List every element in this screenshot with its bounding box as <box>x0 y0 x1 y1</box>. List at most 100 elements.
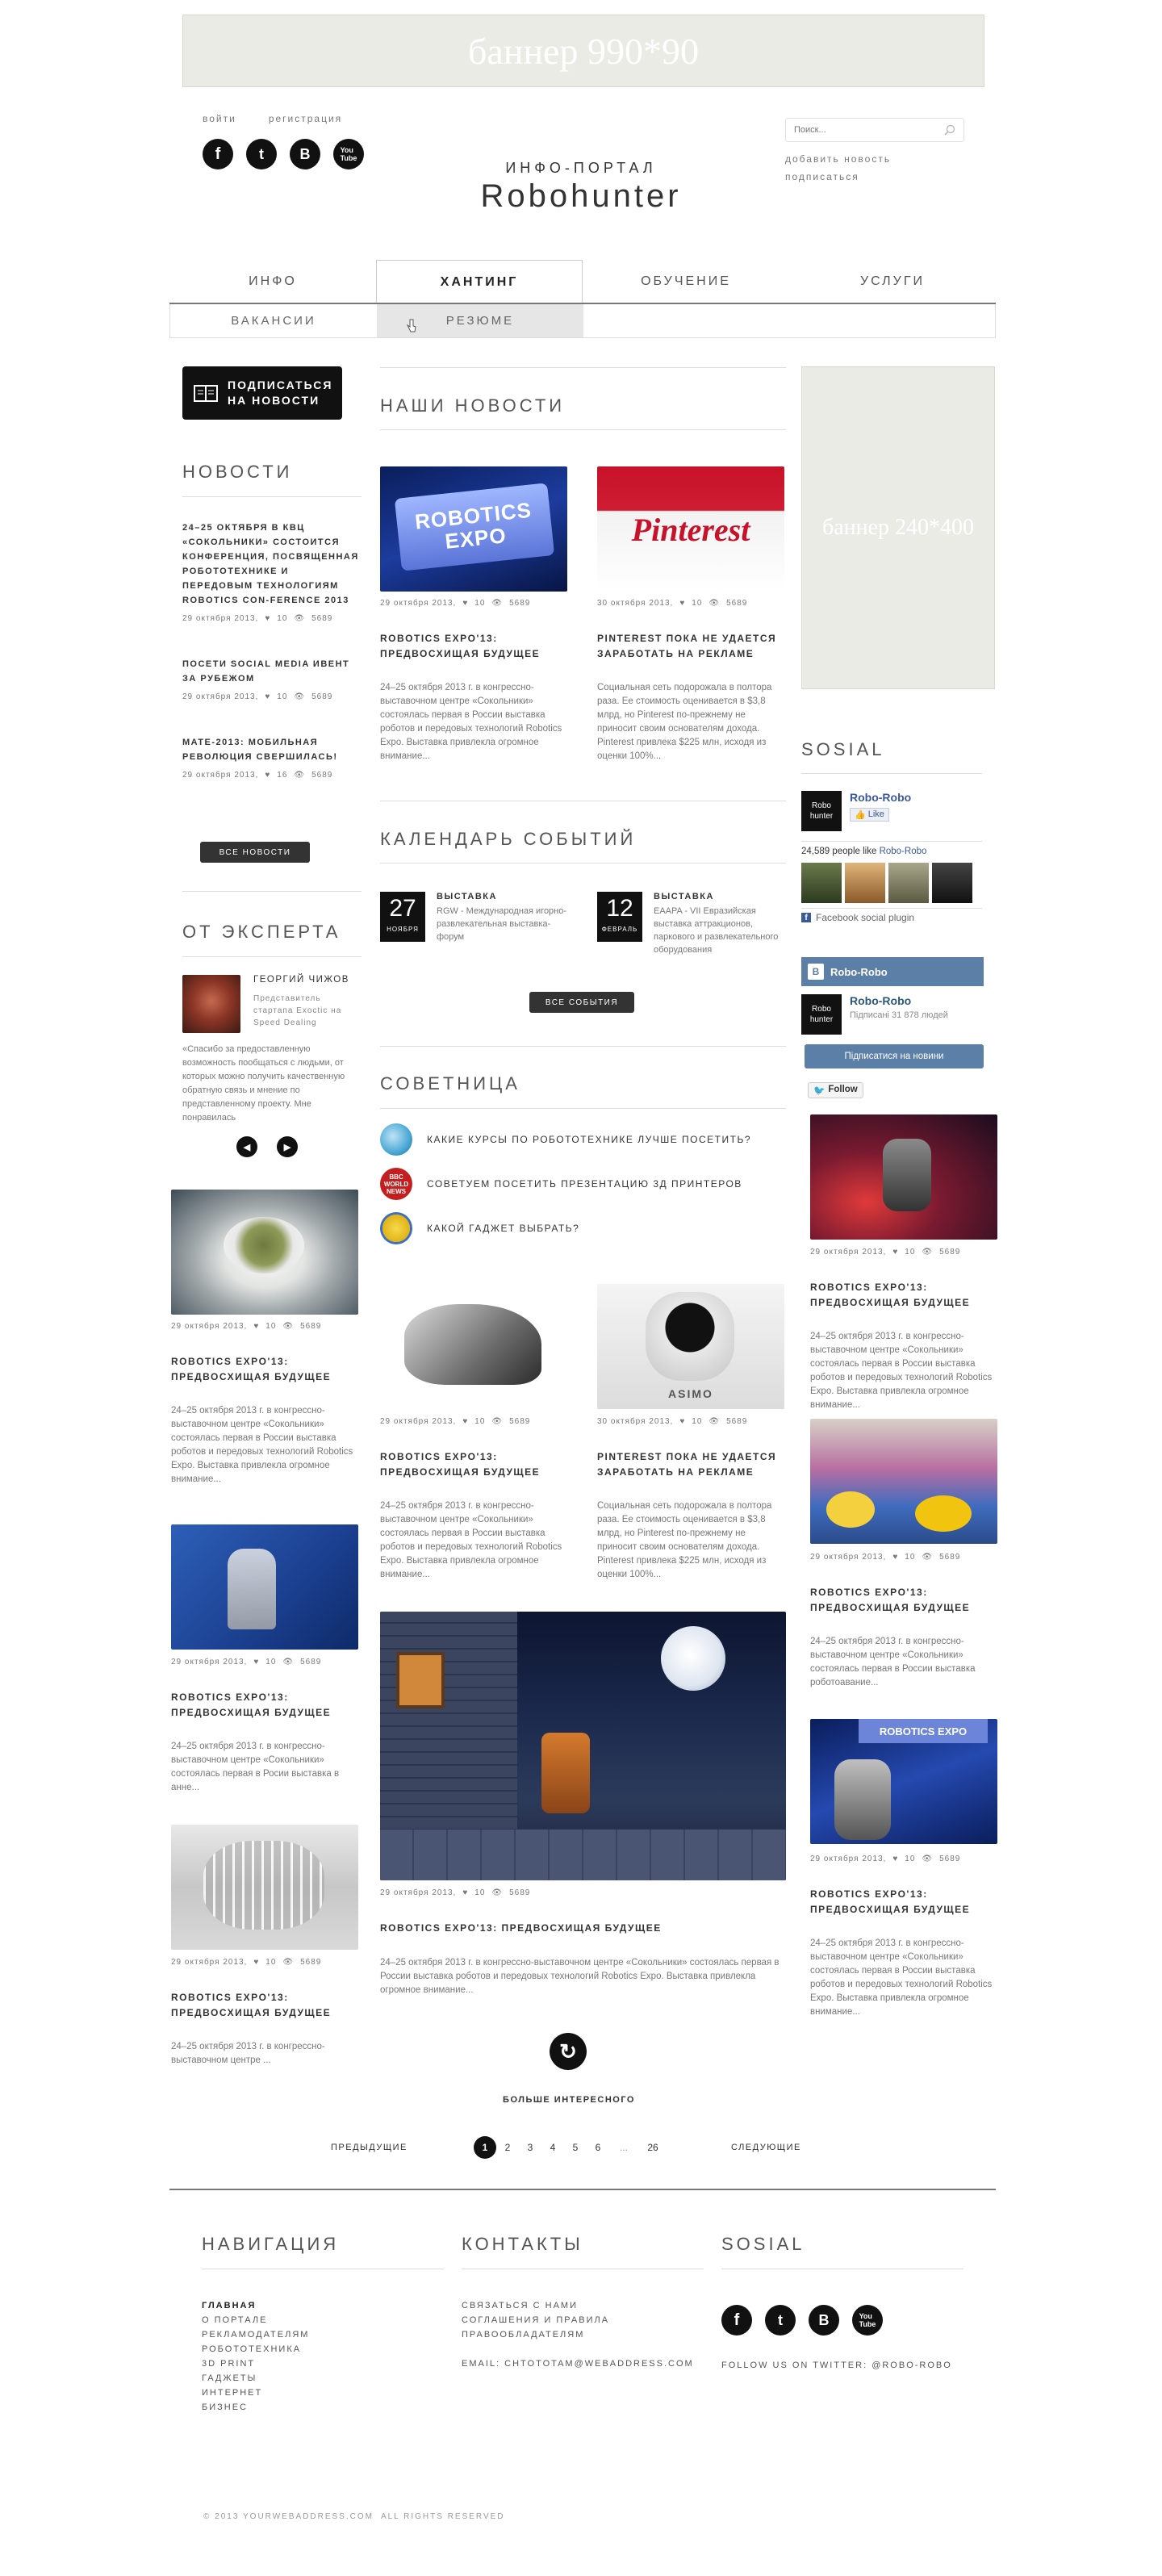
post-image[interactable] <box>810 1419 997 1544</box>
fan-avatar[interactable] <box>932 863 972 903</box>
fb-page-link[interactable]: Robo-Robo <box>880 847 927 856</box>
login-link[interactable]: войти <box>203 113 236 124</box>
list-item[interactable]: MATE-2013: мобильная революция свершилас… <box>182 735 362 780</box>
eye-icon: 👁 <box>922 1553 934 1562</box>
terms-link[interactable]: СОГЛАШЕНИЯ И ПРАВИЛА <box>462 2313 694 2327</box>
facebook-icon[interactable]: f <box>203 139 233 169</box>
prev-page-link[interactable]: ПРЕДЫДУЩИЕ <box>331 2143 408 2152</box>
vk-subscribe-button[interactable]: Підписатися на новини <box>805 1044 984 1068</box>
footer-nav-internet[interactable]: ИНТЕРНЕТ <box>202 2386 309 2400</box>
post-title[interactable]: ROBOTICS EXPO'13: ПРЕДВОСХИЩАЯ БУДУЩЕЕ <box>380 1449 567 1480</box>
copyright-holders-link[interactable]: ПРАВООБЛАДАТЕЛЯМ <box>462 2327 694 2342</box>
youtube-icon[interactable]: You Tube <box>852 2305 883 2336</box>
news-title[interactable]: 24–25 октября в КВЦ «Сокольники» состоит… <box>182 521 362 608</box>
nav-info[interactable]: ИНФО <box>169 260 376 303</box>
post-title[interactable]: ROBOTICS EXPO'13: ПРЕДВОСХИЩАЯ БУДУЩЕЕ <box>810 1887 997 1917</box>
news-title[interactable]: Посети Social Media Ивент за рубежом <box>182 657 362 686</box>
advice-item[interactable]: КАКИЕ КУРСЫ ПО РОБОТОТЕХНИКЕ ЛУЧШЕ ПОСЕТ… <box>380 1123 751 1156</box>
nav-education[interactable]: ОБУЧЕНИЕ <box>583 260 789 303</box>
twitter-icon[interactable]: t <box>246 139 277 169</box>
facebook-icon[interactable]: f <box>721 2305 752 2336</box>
post-image[interactable]: Pinterest <box>597 466 784 592</box>
add-news-link[interactable]: добавить новость <box>785 150 891 168</box>
all-news-button[interactable]: ВСЕ НОВОСТИ <box>200 842 310 863</box>
footer-nav-robotics[interactable]: РОБОТОТЕХНИКА <box>202 2342 309 2356</box>
post-image[interactable] <box>171 1190 358 1315</box>
list-item[interactable]: Посети Social Media Ивент за рубежом 29 … <box>182 657 362 701</box>
event-item[interactable]: 27 НОЯБРЯ ВЫСТАВКА RGW - Международная и… <box>380 892 574 943</box>
page-2[interactable]: 2 <box>496 2142 519 2153</box>
vk-widget-header[interactable]: B Robo-Robo <box>801 957 984 986</box>
prev-quote-button[interactable]: ◀ <box>236 1136 257 1157</box>
search-icon[interactable] <box>944 124 955 136</box>
contact-us-link[interactable]: СВЯЗАТЬСЯ С НАМИ <box>462 2298 694 2313</box>
post-image[interactable]: ASIMO <box>597 1284 784 1409</box>
post-title[interactable]: ROBOTICS EXPO'13: ПРЕДВОСХИЩАЯ БУДУЩЕЕ <box>171 1354 358 1385</box>
subscribe-news-button[interactable]: ПОДПИСАТЬСЯ НА НОВОСТИ <box>182 366 342 420</box>
footer-email[interactable]: EMAIL: CHTOTOTAM@WEBADDRESS.COM <box>462 2356 694 2371</box>
footer-twitter-text[interactable]: FOLLOW US ON TWITTER: @ROBO-ROBO <box>721 2361 952 2370</box>
nav-services[interactable]: УСЛУГИ <box>789 260 996 303</box>
post-meta: 29 октября 2013, ♥ 10 👁 5689 <box>380 1888 530 1897</box>
post-image[interactable] <box>171 1825 358 1950</box>
post-title[interactable]: ROBOTICS EXPO'13: ПРЕДВОСХИЩАЯ БУДУЩЕЕ <box>810 1280 997 1311</box>
post-image[interactable]: ROBOTICS EXPO <box>380 466 567 592</box>
event-item[interactable]: 12 ФЕВРАЛЬ ВЫСТАВКА EAAPA - VII Евразийс… <box>597 892 791 956</box>
page-26[interactable]: 26 <box>638 2142 667 2153</box>
featured-image[interactable] <box>380 1612 786 1880</box>
subnav-vacancies[interactable]: ВАКАНСИИ <box>170 304 377 337</box>
top-banner[interactable]: баннер 990*90 <box>182 15 984 87</box>
fan-avatar[interactable] <box>801 863 842 903</box>
next-quote-button[interactable]: ▶ <box>277 1136 298 1157</box>
side-banner[interactable]: баннер 240*400 <box>801 366 995 689</box>
advice-item[interactable]: КАКОЙ ГАДЖЕТ ВЫБРАТЬ? <box>380 1212 579 1244</box>
expert-name: ГЕОРГИЙ ЧИЖОВ <box>253 975 349 985</box>
advice-item[interactable]: BBC WORLD NEWS СОВЕТУЕМ ПОСЕТИТЬ ПРЕЗЕНТАЦ… <box>380 1168 742 1200</box>
vk-icon[interactable]: B <box>290 139 320 169</box>
refresh-icon[interactable]: ↻ <box>550 2033 587 2070</box>
footer-nav-3d-print[interactable]: 3D PRINT <box>202 2356 309 2371</box>
post-image[interactable] <box>171 1524 358 1650</box>
next-page-link[interactable]: СЛЕДУЮЩИЕ <box>731 2143 801 2152</box>
page-4[interactable]: 4 <box>541 2142 564 2153</box>
subscribe-link[interactable]: подписаться <box>785 168 891 186</box>
post-title[interactable]: ROBOTICS EXPO'13: ПРЕДВОСХИЩАЯ БУДУЩЕЕ <box>380 631 567 662</box>
post-date: 29 октября 2013, <box>171 1322 248 1331</box>
eye-icon: 👁 <box>922 1248 934 1257</box>
page-6[interactable]: 6 <box>587 2142 609 2153</box>
footer-nav-about[interactable]: О ПОРТАЛЕ <box>202 2313 309 2327</box>
post-title[interactable]: ROBOTICS EXPO'13: ПРЕДВОСХИЩАЯ БУДУЩЕЕ <box>171 1690 358 1721</box>
page-3[interactable]: 3 <box>519 2142 541 2153</box>
more-link[interactable]: БОЛЬШЕ ИНТЕРЕСНОГО <box>452 2095 686 2105</box>
post-title[interactable]: PINTEREST ПОКА НЕ УДАЕТСЯ ЗАРАБОТАТЬ НА … <box>597 1449 784 1480</box>
youtube-icon[interactable]: You Tube <box>333 139 364 169</box>
post-image[interactable] <box>810 1114 997 1240</box>
page-1[interactable]: 1 <box>474 2136 496 2159</box>
vk-icon[interactable]: B <box>809 2305 839 2336</box>
fan-avatar[interactable] <box>845 863 885 903</box>
footer-nav-advertisers[interactable]: РЕКЛАМОДАТЕЛЯМ <box>202 2327 309 2342</box>
post-title[interactable]: ROBOTICS EXPO'13: ПРЕДВОСХИЩАЯ БУДУЩЕЕ <box>810 1585 997 1616</box>
nav-hunting[interactable]: ХАНТИНГ <box>376 260 583 303</box>
register-link[interactable]: регистрация <box>269 113 342 124</box>
footer-nav-home[interactable]: ГЛАВНАЯ <box>202 2298 309 2313</box>
search-input[interactable] <box>794 125 944 135</box>
twitter-follow-button[interactable]: 🐦 Follow <box>808 1082 863 1098</box>
footer-nav-gadgets[interactable]: ГАДЖЕТЫ <box>202 2371 309 2386</box>
twitter-icon[interactable]: t <box>765 2305 796 2336</box>
page-5[interactable]: 5 <box>564 2142 587 2153</box>
vk-group-name[interactable]: Robo-Robo <box>850 994 948 1007</box>
post-title[interactable]: ROBOTICS EXPO'13: ПРЕДВОСХИЩАЯ БУДУЩЕЕ <box>171 1990 358 2021</box>
list-item[interactable]: 24–25 октября в КВЦ «Сокольники» состоит… <box>182 521 362 623</box>
news-title[interactable]: MATE-2013: мобильная революция свершилас… <box>182 735 362 764</box>
all-events-button[interactable]: ВСЕ СОБЫТИЯ <box>529 992 634 1013</box>
post-title[interactable]: ROBOTICS EXPO'13: ПРЕДВОСХИЩАЯ БУДУЩЕЕ <box>380 1921 786 1936</box>
post-image[interactable] <box>380 1284 567 1409</box>
fan-avatar[interactable] <box>888 863 929 903</box>
footer-nav-business[interactable]: БИЗНЕС <box>202 2400 309 2415</box>
post-title[interactable]: PINTEREST ПОКА НЕ УДАЕТСЯ ЗАРАБОТАТЬ НА … <box>597 631 784 662</box>
post-image[interactable]: ROBOTICS EXPO <box>810 1719 997 1844</box>
logo[interactable]: ИНФО-ПОРТАЛ Robohunter <box>452 160 710 215</box>
fb-page-name[interactable]: Robo-Robo <box>850 791 911 804</box>
fb-like-button[interactable]: 👍 Like <box>850 808 889 822</box>
